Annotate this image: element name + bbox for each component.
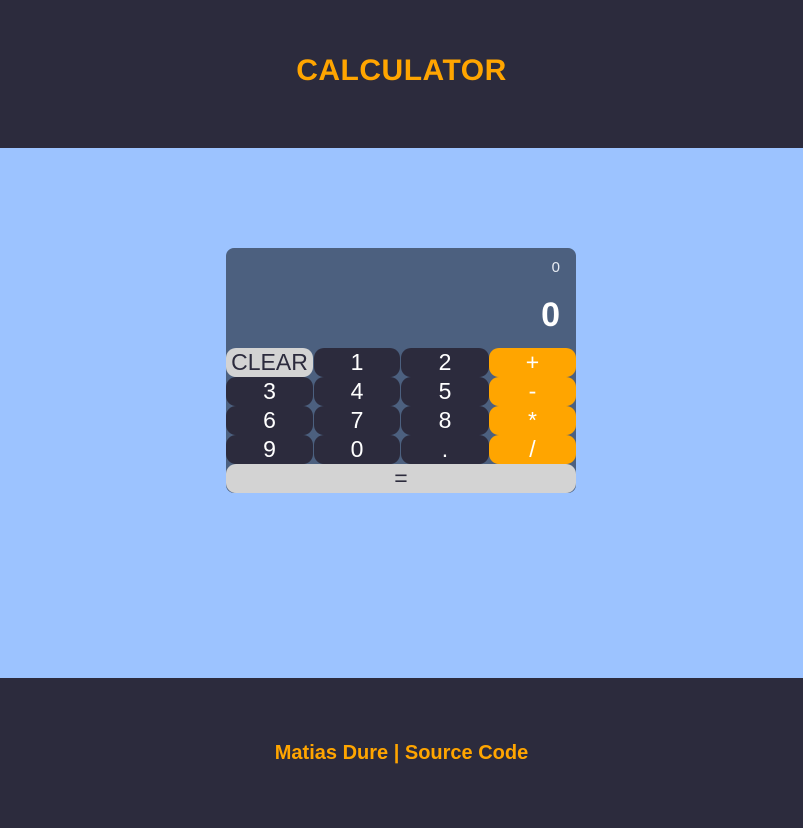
subtract-button[interactable]: -	[489, 377, 576, 406]
calculator-display: 0 0	[226, 248, 576, 348]
clear-button[interactable]: CLEAR	[226, 348, 313, 377]
calculator: 0 0 CLEAR 1 2 + 3 4 5 - 6 7 8 * 9 0 . / …	[226, 248, 576, 493]
add-button[interactable]: +	[489, 348, 576, 377]
multiply-button[interactable]: *	[489, 406, 576, 435]
footer-credits: Matias Dure | Source Code	[275, 742, 528, 765]
digit-2-button[interactable]: 2	[401, 348, 489, 377]
main-area: 0 0 CLEAR 1 2 + 3 4 5 - 6 7 8 * 9 0 . / …	[0, 148, 803, 678]
digit-0-button[interactable]: 0	[314, 435, 400, 464]
page-header: CALCULATOR	[0, 0, 803, 148]
digit-5-button[interactable]: 5	[401, 377, 489, 406]
digit-8-button[interactable]: 8	[401, 406, 489, 435]
digit-9-button[interactable]: 9	[226, 435, 313, 464]
page-footer: Matias Dure | Source Code	[0, 678, 803, 828]
digit-7-button[interactable]: 7	[314, 406, 400, 435]
author-link[interactable]: Matias Dure	[275, 742, 388, 764]
source-code-link[interactable]: Source Code	[405, 742, 528, 764]
digit-6-button[interactable]: 6	[226, 406, 313, 435]
decimal-button[interactable]: .	[401, 435, 489, 464]
digit-1-button[interactable]: 1	[314, 348, 400, 377]
digit-4-button[interactable]: 4	[314, 377, 400, 406]
equals-button[interactable]: =	[226, 464, 576, 493]
digit-3-button[interactable]: 3	[226, 377, 313, 406]
footer-separator: |	[388, 741, 405, 764]
current-operand: 0	[541, 296, 560, 334]
keypad: CLEAR 1 2 + 3 4 5 - 6 7 8 * 9 0 . / =	[226, 348, 576, 493]
divide-button[interactable]: /	[489, 435, 576, 464]
page-title: CALCULATOR	[296, 54, 507, 87]
previous-operand: 0	[551, 259, 560, 276]
